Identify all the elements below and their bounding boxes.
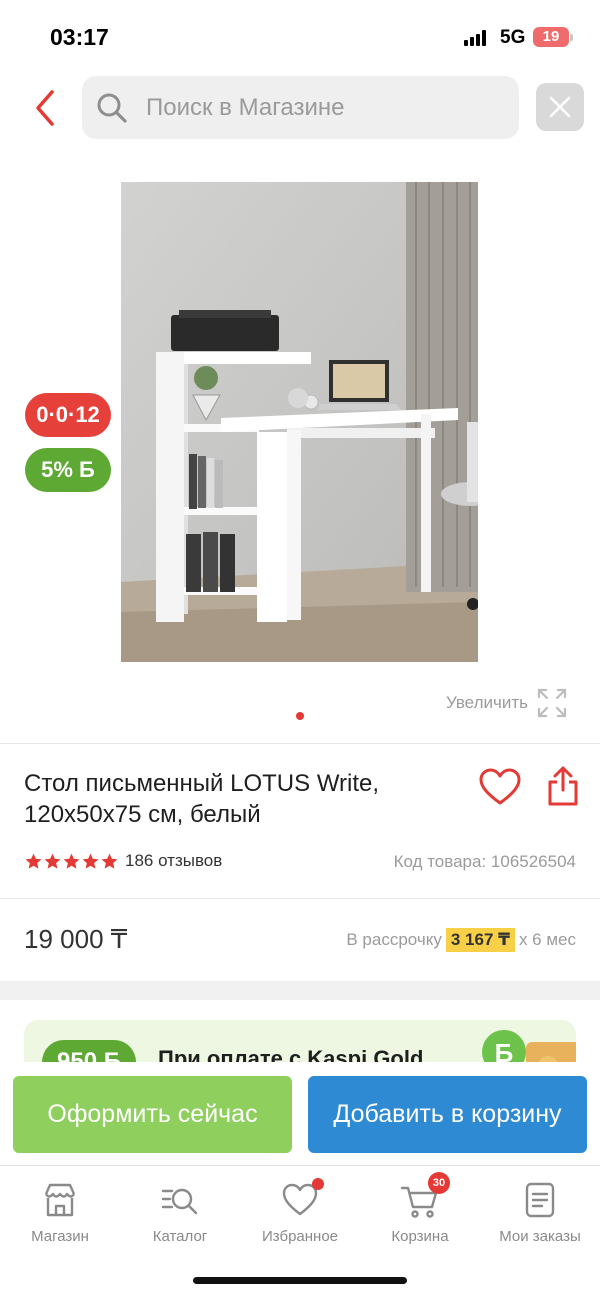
installment-info[interactable]: В рассрочку 3 167 ₸ х 6 мес: [346, 928, 576, 952]
battery-tip: [570, 34, 573, 41]
star-icon: [44, 853, 61, 869]
product-image[interactable]: [121, 182, 478, 662]
search-icon: [97, 93, 127, 123]
chevron-left-icon: [36, 90, 54, 126]
shop-icon: [40, 1180, 80, 1220]
search-bar[interactable]: [82, 76, 519, 139]
status-bar: 03:17 5G 19: [0, 0, 600, 70]
search-input[interactable]: [146, 76, 506, 139]
tab-label: Каталог: [152, 1228, 208, 1245]
zoom-button[interactable]: Увеличить: [446, 686, 568, 720]
zoom-label: Увеличить: [446, 693, 528, 712]
cart-count-badge: 30: [428, 1172, 450, 1194]
tab-orders[interactable]: Мои заказы: [480, 1176, 600, 1256]
home-indicator: [193, 1277, 407, 1284]
tab-cart[interactable]: 30 Корзина: [360, 1172, 480, 1256]
carousel-dot[interactable]: [296, 712, 304, 720]
cart-icon: 30: [400, 1172, 450, 1220]
tab-label: Магазин: [31, 1228, 89, 1245]
bonus-badge: 5% Б: [25, 448, 111, 492]
orders-icon: [520, 1180, 560, 1220]
notification-dot: [312, 1178, 324, 1190]
installment-badge: 0·0·12: [25, 393, 111, 437]
checkout-button[interactable]: Оформить сейчас: [13, 1076, 292, 1153]
star-icon: [82, 853, 99, 869]
installment-amount: 3 167 ₸: [445, 928, 515, 952]
divider: [0, 898, 600, 899]
rating-stars: [24, 852, 119, 871]
battery-icon: 19: [533, 27, 569, 47]
tab-label: Мои заказы: [499, 1228, 581, 1245]
action-bar: Оформить сейчас Добавить в корзину: [0, 1062, 600, 1166]
divider: [0, 743, 600, 744]
section-separator: [0, 981, 600, 1000]
back-button[interactable]: [28, 86, 64, 130]
expand-icon: [537, 688, 567, 718]
desk-photo: [121, 182, 478, 662]
star-icon: [25, 853, 42, 869]
close-button[interactable]: [536, 83, 584, 131]
tab-catalog[interactable]: Каталог: [120, 1176, 240, 1256]
product-price: 19 000 ₸: [24, 924, 128, 954]
tab-shop[interactable]: Магазин: [0, 1176, 120, 1256]
tab-label: Избранное: [261, 1228, 339, 1245]
product-sku: Код товара: 106526504: [393, 852, 576, 871]
tab-favorites[interactable]: Избранное: [240, 1176, 360, 1256]
star-icon: [63, 853, 80, 869]
product-page: 03:17 5G 19 Поиск в Магазине 0·0·12 5% Б…: [0, 0, 600, 1297]
status-time: 03:17: [50, 24, 109, 50]
close-icon: [549, 96, 571, 118]
installment-prefix: В рассрочку: [346, 930, 442, 949]
favorite-button[interactable]: [478, 766, 522, 810]
catalog-search-icon: [160, 1180, 200, 1220]
heart-icon: [280, 1178, 324, 1220]
heart-icon: [479, 768, 521, 805]
share-icon: [548, 766, 578, 806]
product-title: Стол письменный LOTUS Write, 120х50х75 с…: [24, 770, 380, 828]
tab-label: Корзина: [391, 1228, 449, 1245]
signal-icon: [464, 30, 490, 46]
star-icon: [101, 853, 118, 869]
add-to-cart-button[interactable]: Добавить в корзину: [308, 1076, 587, 1153]
share-button[interactable]: [546, 764, 580, 808]
network-type: 5G: [500, 27, 526, 48]
installment-term: х 6 мес: [518, 930, 576, 949]
reviews-link[interactable]: 186 отзывов: [125, 851, 222, 871]
rating-row[interactable]: 186 отзывов: [24, 850, 222, 872]
